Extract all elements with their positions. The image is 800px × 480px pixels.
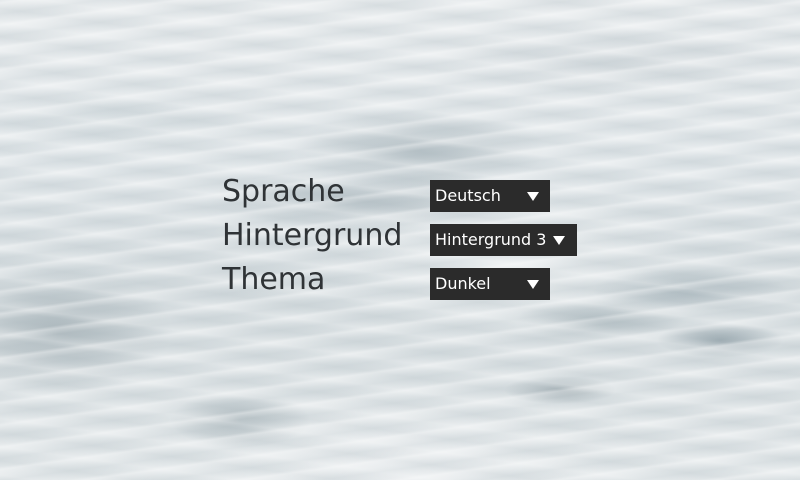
background-dropdown-value: Hintergrund 3 [435, 230, 547, 249]
theme-dropdown-value: Dunkel [435, 274, 491, 293]
settings-screen: Sprache Deutsch Hintergrund Hintergrund … [0, 0, 800, 480]
language-label: Sprache [222, 174, 345, 209]
theme-dropdown[interactable]: Dunkel [430, 268, 550, 300]
language-dropdown-value: Deutsch [435, 186, 501, 205]
theme-label: Thema [222, 262, 326, 297]
chevron-down-icon [527, 192, 539, 201]
chevron-down-icon [553, 236, 565, 245]
theme-row: Thema Dunkel [222, 262, 622, 300]
language-row: Sprache Deutsch [222, 174, 622, 212]
background-row: Hintergrund Hintergrund 3 [222, 218, 622, 256]
language-dropdown[interactable]: Deutsch [430, 180, 550, 212]
chevron-down-icon [527, 280, 539, 289]
background-label: Hintergrund [222, 218, 403, 253]
background-dropdown[interactable]: Hintergrund 3 [430, 224, 577, 256]
